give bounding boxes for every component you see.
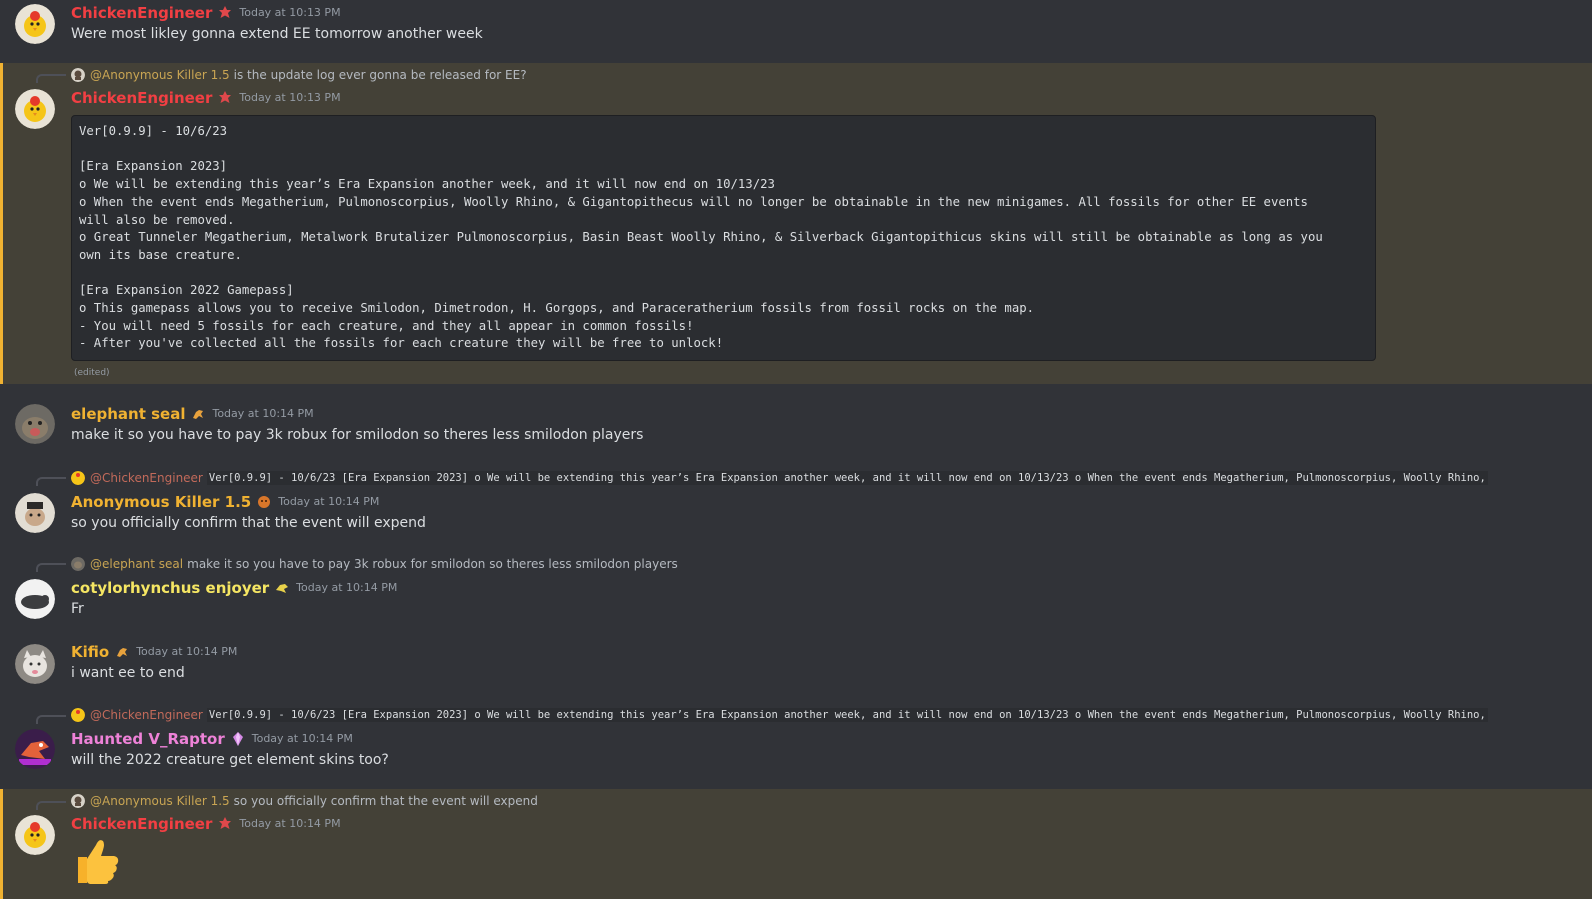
timestamp[interactable]: Today at 10:14 PM [252,731,353,747]
reply-spine [36,563,66,572]
role-icon [217,90,233,106]
edited-label: (edited) [74,368,110,378]
reply-avatar [71,708,85,722]
reply-spine [36,74,66,83]
role-icon [217,5,233,21]
message: @elephant seal make it so you have to pa… [0,549,1592,627]
reply-avatar [71,557,85,571]
avatar-chickenengineer[interactable] [15,815,55,855]
message-content: make it so you have to pay 3k robux for … [71,427,644,443]
reply-spine [36,801,66,810]
creature-role-icon [256,494,272,510]
avatar-cotylorhynchus[interactable] [15,579,55,619]
message: ChickenEngineer Today at 10:13 PM Were m… [0,0,1592,62]
message-content: will the 2022 creature get element skins… [71,752,389,768]
reply-text: is the update log ever gonna be released… [233,68,527,82]
reply-avatar [71,471,85,485]
avatar-elephant-seal[interactable] [15,404,55,444]
timestamp[interactable]: Today at 10:14 PM [212,406,313,422]
reply-preview[interactable]: @Anonymous Killer 1.5 is the update log … [71,67,1521,83]
dino-role-icon [274,580,290,596]
message-content: so you officially confirm that the event… [71,515,426,531]
reply-author[interactable]: @ChickenEngineer [90,708,203,722]
message-content: Fr [71,601,84,617]
timestamp[interactable]: Today at 10:14 PM [239,816,340,832]
username[interactable]: cotylorhynchus enjoyer [71,578,269,598]
reply-text: make it so you have to pay 3k robux for … [187,557,678,571]
reply-avatar [71,794,85,808]
username[interactable]: elephant seal [71,404,185,424]
avatar-chickenengineer[interactable] [15,89,55,129]
avatar-haunted-v-raptor[interactable] [15,729,55,769]
reply-spine [36,477,66,486]
username[interactable]: Kifio [71,642,109,662]
avatar-chickenengineer[interactable] [15,4,55,44]
timestamp[interactable]: Today at 10:14 PM [136,644,237,660]
message: @ChickenEngineer Ver[0.9.9] - 10/6/23 [E… [0,463,1592,541]
timestamp[interactable]: Today at 10:14 PM [296,580,397,596]
timestamp[interactable]: Today at 10:13 PM [239,5,340,21]
message: @ChickenEngineer Ver[0.9.9] - 10/6/23 [E… [0,701,1592,779]
role-icon [217,816,233,832]
dino-role-icon [190,406,206,422]
reply-text: so you officially confirm that the event… [233,794,538,808]
message-content: Were most likley gonna extend EE tomorro… [71,26,483,42]
timestamp[interactable]: Today at 10:14 PM [278,494,379,510]
reply-avatar [71,68,85,82]
timestamp[interactable]: Today at 10:13 PM [239,90,340,106]
thumbs-up-emoji[interactable] [72,835,120,885]
code-block-text: Ver[0.9.9] - 10/6/23 [Era Expansion 2023… [79,124,1323,351]
message-list: ChickenEngineer Today at 10:13 PM Were m… [0,0,1592,899]
dino-role-icon [114,644,130,660]
username[interactable]: Anonymous Killer 1.5 [71,492,251,512]
message: elephant seal Today at 10:14 PM make it … [0,396,1592,452]
reply-code-text: Ver[0.9.9] - 10/6/23 [Era Expansion 2023… [206,708,1488,722]
reply-author[interactable]: @Anonymous Killer 1.5 [90,68,230,82]
reply-preview[interactable]: @ChickenEngineer Ver[0.9.9] - 10/6/23 [E… [71,470,1521,486]
reply-spine [36,715,66,724]
message-highlighted: @Anonymous Killer 1.5 so you officially … [0,789,1592,899]
username[interactable]: ChickenEngineer [71,88,212,108]
reply-author[interactable]: @elephant seal [90,557,183,571]
username[interactable]: ChickenEngineer [71,814,212,834]
message-content: i want ee to end [71,665,185,681]
reply-preview[interactable]: @ChickenEngineer Ver[0.9.9] - 10/6/23 [E… [71,707,1521,723]
reply-code-text: Ver[0.9.9] - 10/6/23 [Era Expansion 2023… [206,471,1488,485]
avatar-kifio[interactable] [15,644,55,684]
username[interactable]: Haunted V_Raptor [71,729,225,749]
reply-author[interactable]: @ChickenEngineer [90,471,203,485]
username[interactable]: ChickenEngineer [71,3,212,23]
code-block: Ver[0.9.9] - 10/6/23 [Era Expansion 2023… [71,115,1376,361]
avatar-anonymous-killer[interactable] [15,493,55,533]
message-highlighted: @Anonymous Killer 1.5 is the update log … [0,63,1592,384]
reply-preview[interactable]: @Anonymous Killer 1.5 so you officially … [71,793,1521,809]
message: Kifio Today at 10:14 PM i want ee to end [0,636,1592,692]
gem-role-icon [230,731,246,747]
reply-preview[interactable]: @elephant seal make it so you have to pa… [71,556,1521,572]
reply-author[interactable]: @Anonymous Killer 1.5 [90,794,230,808]
